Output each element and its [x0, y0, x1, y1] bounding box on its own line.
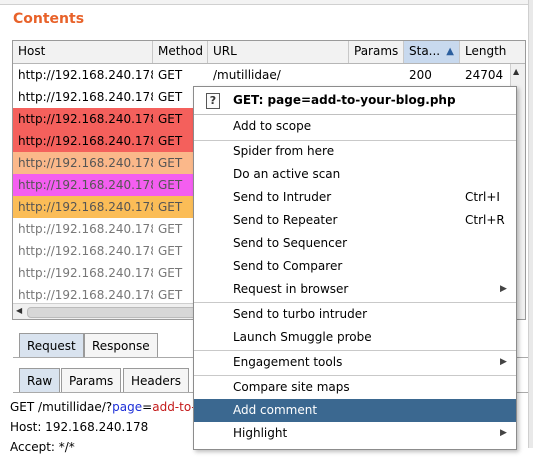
menu-item-label: Request in browser	[233, 282, 349, 296]
cell-host: http://192.168.240.178	[18, 222, 153, 236]
shortcut-label: Ctrl+R	[465, 213, 505, 227]
menu-item-send-to-intruder[interactable]: Send to Intruder Ctrl+I	[194, 186, 516, 209]
menu-item-add-comment[interactable]: Add comment	[194, 399, 516, 422]
column-header-params[interactable]: Params	[349, 41, 404, 63]
scroll-up-icon[interactable]: ▲	[513, 67, 519, 76]
cell-length: 24704	[465, 68, 504, 82]
submenu-arrow-icon: ▶	[500, 357, 507, 367]
request-line: GET /mutillidae/?page=add-to-y	[10, 397, 203, 417]
tab-headers[interactable]: Headers	[123, 368, 189, 392]
menu-item-label: Send to Sequencer	[233, 236, 348, 250]
menu-item-label: Add to scope	[233, 119, 312, 133]
column-header-url[interactable]: URL	[208, 41, 349, 63]
column-header-method[interactable]: Method	[153, 41, 208, 63]
shortcut-label: Ctrl+I	[465, 190, 500, 204]
menu-item-spider[interactable]: Spider from here	[194, 140, 516, 163]
table-row[interactable]: http://192.168.240.178 GET/mutillidae/200…	[13, 64, 510, 86]
column-header-host[interactable]: Host	[13, 41, 153, 63]
cell-params	[349, 64, 404, 86]
cell-status: 200	[409, 68, 432, 82]
menu-item-label: Send to Intruder	[233, 190, 332, 204]
window-top-border	[0, 0, 531, 5]
menu-item-send-to-comparer[interactable]: Send to Comparer	[194, 255, 516, 278]
menu-item-label: Add comment	[233, 403, 318, 417]
menu-item-add-to-scope[interactable]: Add to scope	[194, 115, 516, 138]
menu-item-send-to-sequencer[interactable]: Send to Sequencer	[194, 232, 516, 255]
window-right-border	[528, 0, 533, 448]
menu-item-send-to-repeater[interactable]: Send to Repeater Ctrl+R	[194, 209, 516, 232]
menu-item-request-in-browser[interactable]: Request in browser ▶	[194, 278, 516, 301]
submenu-arrow-icon: ▶	[500, 284, 507, 294]
menu-item-turbo-intruder[interactable]: Send to turbo intruder	[194, 303, 516, 326]
column-header-status[interactable]: Sta... ▲	[404, 41, 460, 63]
cell-host: http://192.168.240.178	[18, 178, 153, 192]
accept-header-line: Accept: */*	[10, 440, 75, 454]
menu-item-label: Send to Repeater	[233, 213, 338, 227]
menu-item-label: Compare site maps	[233, 380, 350, 394]
menu-item-compare-site-maps[interactable]: Compare site maps	[194, 376, 516, 399]
menu-item-label: Send to Comparer	[233, 259, 343, 273]
menu-item-label: Launch Smuggle probe	[233, 330, 372, 344]
context-menu-title: GET: page=add-to-your-blog.php	[233, 93, 456, 107]
table-header: Host Method URL Params Sta... ▲ Length	[13, 41, 525, 64]
cell-host: http://192.168.240.178	[18, 244, 153, 258]
cell-host: http://192.168.240.178	[18, 200, 153, 214]
menu-item-label: Engagement tools	[233, 355, 343, 369]
menu-item-label: Spider from here	[233, 144, 335, 158]
cell-host: http://192.168.240.178	[18, 112, 153, 126]
menu-item-label: Send to turbo intruder	[233, 307, 368, 321]
column-header-status-label: Sta...	[409, 44, 441, 58]
tab-response[interactable]: Response	[84, 333, 158, 357]
submenu-arrow-icon: ▶	[500, 428, 507, 438]
cell-host: http://192.168.240.178	[18, 266, 153, 280]
cell-host: http://192.168.240.178	[18, 68, 153, 82]
help-document-icon: ?	[206, 93, 220, 109]
context-menu: ? GET: page=add-to-your-blog.php Add to …	[193, 86, 517, 450]
menu-item-active-scan[interactable]: Do an active scan	[194, 163, 516, 186]
sort-ascending-icon: ▲	[446, 46, 454, 57]
param-equals: =	[142, 400, 153, 414]
host-header-line: Host: 192.168.240.178	[10, 420, 149, 434]
cell-host: http://192.168.240.178	[18, 156, 153, 170]
tab-raw[interactable]: Raw	[19, 368, 61, 392]
cell-method: GET	[158, 68, 183, 82]
tab-params[interactable]: Params	[61, 368, 122, 392]
cell-host: http://192.168.240.178	[18, 134, 153, 148]
cell-url: /mutillidae/	[213, 68, 281, 82]
context-menu-header: ? GET: page=add-to-your-blog.php	[194, 87, 516, 115]
contents-title: Contents	[13, 11, 85, 27]
menu-item-smuggle-probe[interactable]: Launch Smuggle probe	[194, 326, 516, 349]
menu-item-engagement-tools[interactable]: Engagement tools ▶	[194, 351, 516, 374]
cell-host: http://192.168.240.178	[18, 90, 153, 104]
tab-request[interactable]: Request	[19, 333, 84, 357]
param-name: page	[112, 400, 143, 414]
scroll-left-icon[interactable]: ◀	[16, 306, 22, 315]
menu-item-label: Highlight	[233, 426, 288, 440]
menu-item-label: Do an active scan	[233, 167, 341, 181]
column-header-length[interactable]: Length	[460, 41, 525, 63]
menu-item-highlight[interactable]: Highlight ▶	[194, 422, 516, 445]
raw-request-editor[interactable]: GET /mutillidae/?page=add-to-y Host: 192…	[10, 397, 203, 457]
request-line-prefix: GET /mutillidae/?	[10, 400, 113, 414]
